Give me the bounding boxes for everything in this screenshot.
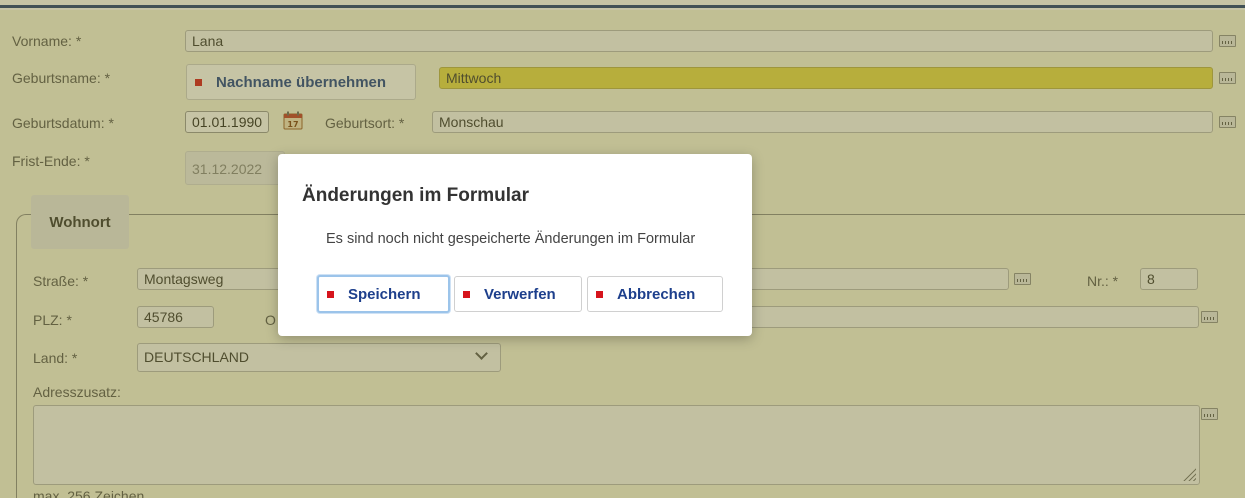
unsaved-changes-dialog: Änderungen im Formular Es sind noch nich… [278,154,752,336]
discard-button[interactable]: Verwerfen [454,276,582,312]
button-marker-icon [327,290,334,298]
save-button-label: Speichern [348,285,421,303]
cancel-button-label: Abbrechen [617,285,696,303]
button-marker-icon [463,290,470,298]
discard-button-label: Verwerfen [484,285,556,303]
dialog-title: Änderungen im Formular [302,185,529,206]
dialog-message: Es sind noch nicht gespeicherte Änderung… [326,231,696,247]
cancel-button[interactable]: Abbrechen [587,276,723,312]
button-marker-icon [596,290,603,298]
save-button[interactable]: Speichern [317,275,450,313]
